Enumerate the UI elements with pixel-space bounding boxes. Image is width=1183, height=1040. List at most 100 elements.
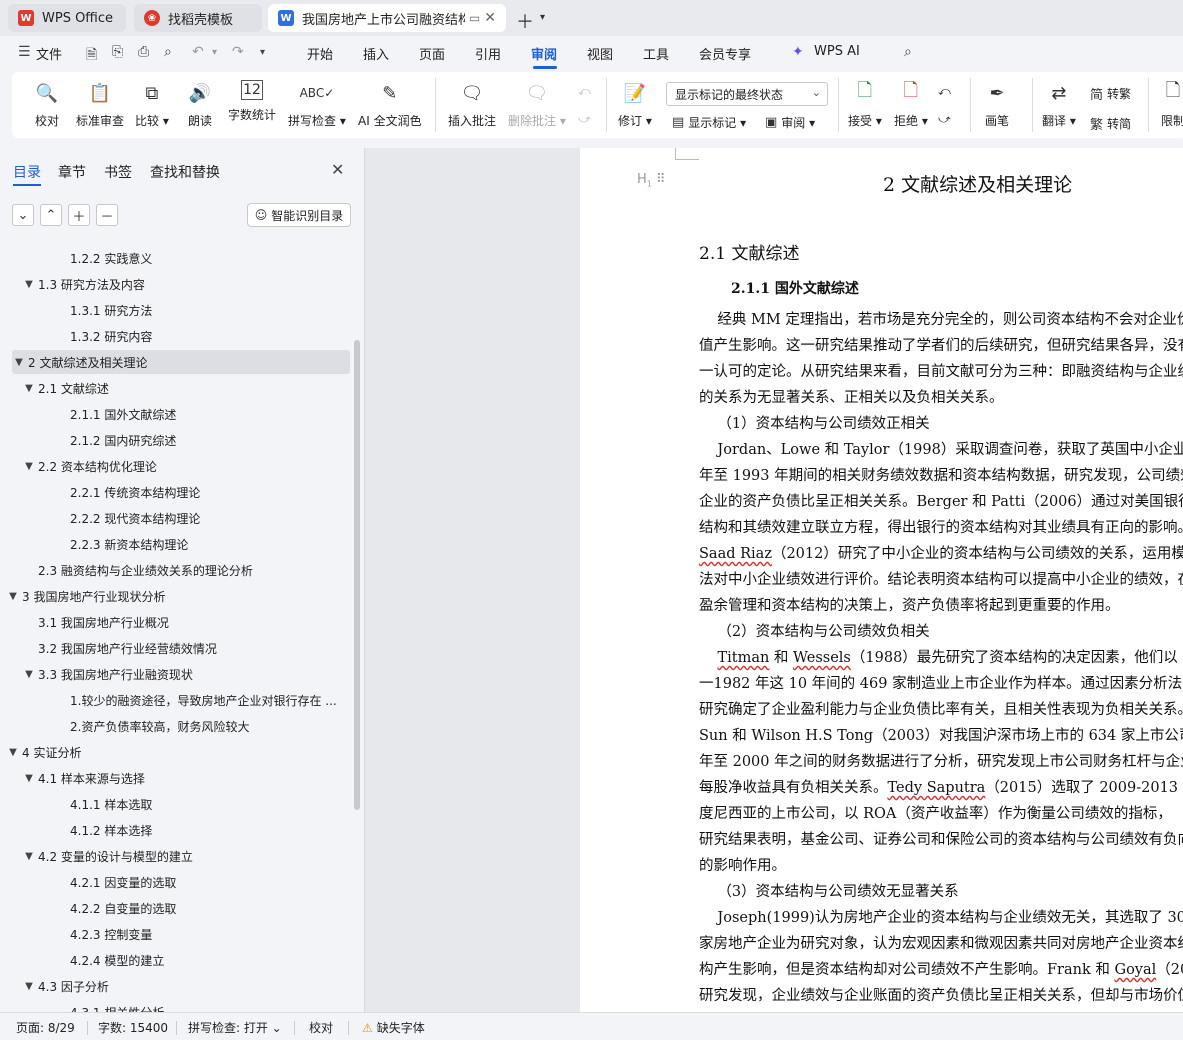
- export-icon[interactable]: ⎘: [112, 44, 123, 60]
- show-markup-button[interactable]: ▤ 显示标记 ▾: [672, 114, 746, 131]
- toc-item[interactable]: 4.1.2 样本选择: [0, 818, 352, 842]
- smart-toc-button[interactable]: ☺ 智能识别目录: [247, 203, 351, 227]
- toc-item[interactable]: 2.1.1 国外文献综述: [0, 402, 352, 426]
- menu-home[interactable]: 开始: [307, 44, 333, 63]
- ai-proofread-button[interactable]: ✎ AI 全文润色: [358, 80, 422, 129]
- toc-item[interactable]: ▼ 4.1 样本来源与选择: [0, 766, 352, 790]
- word-count-status[interactable]: 字数: 15400: [98, 1019, 168, 1036]
- next-change-icon[interactable]: ⤻: [938, 112, 951, 127]
- tab-chapters[interactable]: 章节: [58, 162, 86, 182]
- toc-item[interactable]: ▼ 2 文献综述及相关理论: [12, 350, 350, 374]
- toc-item[interactable]: 4.2.3 控制变量: [0, 922, 352, 946]
- toc-item[interactable]: 3.1 我国房地产行业概况: [0, 610, 352, 634]
- close-icon[interactable]: ✕: [331, 160, 344, 179]
- toc-scrollbar[interactable]: [354, 340, 360, 810]
- toc-item[interactable]: ▼ 4.2 变量的设计与模型的建立: [0, 844, 352, 868]
- toc-item[interactable]: 2.2.2 现代资本结构理论: [0, 506, 352, 530]
- previous-change-icon[interactable]: ⤺: [938, 84, 951, 99]
- toc-item[interactable]: 4.1.1 样本选取: [0, 792, 352, 816]
- track-changes-button[interactable]: 📝 修订 ▾: [618, 80, 652, 129]
- close-icon[interactable]: ✕: [480, 10, 496, 26]
- toc-item[interactable]: 4.2.4 模型的建立: [0, 948, 352, 972]
- restrict-editing-button[interactable]: 🗋 限制: [1160, 80, 1183, 129]
- toc-item[interactable]: 3.2 我国房地产行业经营绩效情况: [0, 636, 352, 660]
- expand-caret-icon[interactable]: ▼: [22, 773, 36, 784]
- menu-view[interactable]: 视图: [587, 44, 613, 63]
- toc-item[interactable]: ▼ 1.3 研究方法及内容: [0, 272, 352, 296]
- expand-up-button[interactable]: ⌃: [40, 204, 62, 226]
- toc-item[interactable]: 2.2.3 新资本结构理论: [0, 532, 352, 556]
- spell-check-button[interactable]: ABC✓ 拼写检查 ▾: [288, 80, 346, 129]
- word-count-button[interactable]: 12 字数统计: [228, 80, 276, 123]
- undo-icon[interactable]: ↶: [192, 44, 204, 60]
- toc-item[interactable]: ▼ 4 实证分析: [0, 740, 352, 764]
- toc-item[interactable]: 4.2.1 因变量的选取: [0, 870, 352, 894]
- new-tab-icon[interactable]: ＋: [516, 8, 534, 34]
- expand-caret-icon[interactable]: ▼: [22, 981, 36, 992]
- toc-item[interactable]: 1.2.2 实践意义: [0, 246, 352, 270]
- print-icon[interactable]: ⎙: [138, 44, 149, 60]
- missing-font-status[interactable]: ⚠ 缺失字体: [362, 1019, 425, 1036]
- search-icon[interactable]: ⌕: [904, 44, 912, 60]
- review-pane-button[interactable]: ▣ 审阅 ▾: [765, 114, 815, 131]
- insert-comment-button[interactable]: 🗨 插入批注: [448, 80, 496, 129]
- markup-mode-select[interactable]: 显示标记的最终状态 ⌄: [666, 82, 828, 106]
- expand-caret-icon[interactable]: ▼: [22, 383, 36, 394]
- to-traditional-button[interactable]: 简 转繁: [1090, 84, 1131, 103]
- previous-comment-icon[interactable]: ⤺: [578, 84, 591, 99]
- standard-review-button[interactable]: 📋 标准审查: [76, 80, 124, 129]
- heading-drag-icon[interactable]: H1 ⠿: [637, 172, 666, 189]
- toc-item[interactable]: 1.较少的融资途径，导致房地产企业对银行存在 ...: [0, 688, 352, 712]
- expand-caret-icon[interactable]: ▼: [22, 851, 36, 862]
- delete-comment-button[interactable]: 🗨 删除批注 ▾: [508, 80, 566, 129]
- expand-caret-icon[interactable]: ▼: [22, 461, 36, 472]
- menu-insert[interactable]: 插入: [363, 44, 389, 63]
- add-heading-button[interactable]: ＋: [68, 204, 90, 226]
- proofread-button[interactable]: 🔍 校对: [34, 80, 60, 129]
- tab-find-replace[interactable]: 查找和替换: [150, 162, 220, 182]
- toc-item[interactable]: ▼ 3 我国房地产行业现状分析: [0, 584, 352, 608]
- hamburger-icon[interactable]: ☰: [18, 44, 31, 60]
- proofread-status[interactable]: 校对: [309, 1019, 333, 1036]
- print-preview-icon[interactable]: ⌕: [164, 44, 172, 60]
- tab-bookmarks[interactable]: 书签: [104, 162, 132, 182]
- spell-check-status[interactable]: 拼写检查: 打开 ⌄: [188, 1019, 282, 1036]
- save-icon[interactable]: 🗎: [86, 44, 97, 68]
- tab-document[interactable]: W 我国房地产上市公司融资结构 ▭ ✕: [268, 4, 506, 32]
- menu-tools[interactable]: 工具: [643, 44, 669, 63]
- expand-caret-icon[interactable]: ▼: [22, 279, 36, 290]
- tab-toc[interactable]: 目录: [13, 162, 41, 182]
- expand-caret-icon[interactable]: ▼: [6, 591, 20, 602]
- tab-docer-templates[interactable]: ❀ 找稻壳模板: [134, 4, 262, 32]
- toc-item[interactable]: 2.3 融资结构与企业绩效关系的理论分析: [0, 558, 352, 582]
- to-simplified-button[interactable]: 繁 转简: [1090, 114, 1131, 133]
- toc-item[interactable]: 4.2.2 自变量的选取: [0, 896, 352, 920]
- toc-item[interactable]: 2.资产负债率较高，财务风险较大: [0, 714, 352, 738]
- toc-item[interactable]: ▼ 2.2 资本结构优化理论: [0, 454, 352, 478]
- remove-heading-button[interactable]: －: [96, 204, 118, 226]
- expand-caret-icon[interactable]: ▼: [12, 357, 26, 368]
- menu-page[interactable]: 页面: [419, 44, 445, 63]
- chevron-down-icon[interactable]: ▾: [540, 12, 545, 23]
- expand-caret-icon[interactable]: ▼: [22, 669, 36, 680]
- toc-item[interactable]: 2.1.2 国内研究综述: [0, 428, 352, 452]
- toc-item[interactable]: 1.3.2 研究内容: [0, 324, 352, 348]
- read-aloud-button[interactable]: 🔊 朗读: [187, 80, 213, 129]
- reject-button[interactable]: 🗋 拒绝 ▾: [894, 80, 928, 129]
- toc-item[interactable]: ▼ 3.3 我国房地产行业融资现状: [0, 662, 352, 686]
- collapse-all-button[interactable]: ⌄: [12, 204, 34, 226]
- monitor-icon[interactable]: ▭: [469, 11, 480, 25]
- menu-membership[interactable]: 会员专享: [699, 44, 751, 63]
- page-indicator[interactable]: 页面: 8/29: [16, 1019, 75, 1036]
- chevron-down-icon[interactable]: ▾: [212, 47, 217, 58]
- menu-wps-ai[interactable]: WPS AI: [814, 44, 860, 59]
- redo-icon[interactable]: ↷: [232, 44, 244, 60]
- accept-button[interactable]: 🗋 接受 ▾: [848, 80, 882, 129]
- toc-item[interactable]: 1.3.1 研究方法: [0, 298, 352, 322]
- translate-button[interactable]: ⇄ 翻译 ▾: [1042, 80, 1076, 129]
- menu-file[interactable]: 文件: [36, 44, 62, 63]
- next-comment-icon[interactable]: ⤻: [578, 112, 591, 127]
- toc-item[interactable]: 4.3.1 相关性分析: [0, 1000, 352, 1013]
- toc-item[interactable]: ▼ 4.3 因子分析: [0, 974, 352, 998]
- menu-review[interactable]: 审阅: [531, 44, 557, 63]
